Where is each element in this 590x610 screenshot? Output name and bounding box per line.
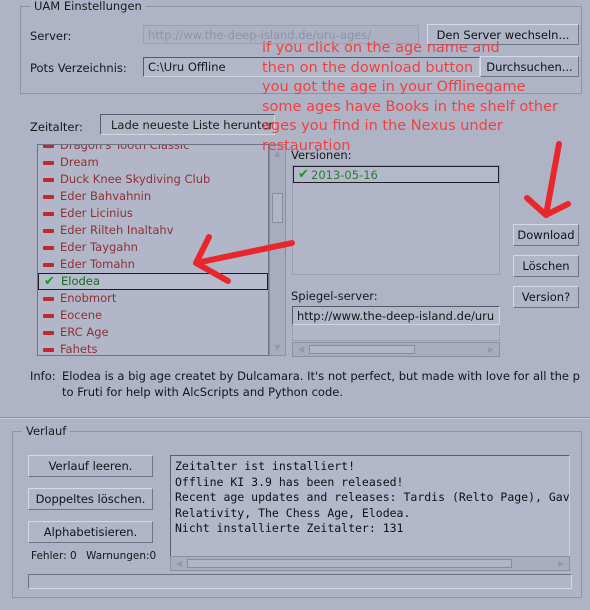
ages-label: Zeitalter: [30,120,83,134]
age-list-item[interactable]: Eder Taygahn [38,239,268,256]
annotation-line: you got the age in your Offlinegame [262,79,526,95]
not-installed-dash-icon [43,211,54,216]
age-list-item-label: Duck Knee Skydiving Club [60,172,211,186]
age-list-item-label: Enobmort [60,291,117,305]
scroll-left-icon[interactable]: ◀ [294,344,308,355]
not-installed-dash-icon [43,313,54,318]
log-line: Offline KI 3.9 has been released! [175,474,404,489]
age-list-item-label: Eder Bahvahnin [60,189,152,203]
info-prefix: Info: [30,369,56,383]
annotation-line: restauration [262,137,351,154]
age-list-item[interactable]: Eder Rilteh Inaltahv [38,222,268,239]
age-list-item-label: Eder Tomahn [60,257,135,271]
annotation-line: then on the download button [262,59,474,76]
log-scroll-left-icon[interactable]: ◀ [172,558,186,569]
log-line: Recent age updates and releases: Tardis … [175,490,570,504]
mirror-scrollbar[interactable]: ◀ ▶ [292,342,500,357]
age-list[interactable]: Dragon's Tooth Classic Dream Duck Knee Sky… [37,144,269,356]
clear-history-button[interactable]: Verlauf leeren. [28,455,153,477]
log-scroll-right-icon[interactable]: ▶ [554,558,568,569]
age-list-item[interactable]: Dream [38,154,268,171]
versions-list[interactable]: ✔ 2013-05-16 [292,165,500,275]
not-installed-dash-icon [43,262,54,267]
not-installed-dash-icon [43,177,54,182]
not-installed-dash-icon [43,228,54,233]
age-list-item[interactable]: Fahets [38,341,268,356]
error-count-label: Fehler: 0 [31,550,77,562]
mirror-scroll-thumb[interactable] [309,345,415,354]
info-line-1: Elodea is a big age createt by Dulcamara… [62,369,580,383]
not-installed-dash-icon [43,145,54,148]
not-installed-dash-icon [43,296,54,301]
age-list-item[interactable]: Eocene [38,307,268,324]
age-list-item-label: Elodea [61,274,100,288]
age-list-item[interactable]: Eder Bahvahnin [38,188,268,205]
mirror-label: Spiegel-server: [291,289,378,303]
age-list-scrollbar[interactable]: ▲ ▼ [269,144,286,356]
refresh-list-button[interactable]: Lade neueste Liste herunter [100,114,275,135]
history-log-scrollbar[interactable]: ◀ ▶ [170,556,570,571]
history-log-scroll-thumb[interactable] [187,559,512,568]
warning-count-label: Warnungen:0 [86,550,157,562]
history-group-legend: Verlauf [22,424,71,438]
scroll-down-icon[interactable]: ▼ [271,340,284,354]
history-log[interactable]: Zeitalter ist installiert! Offline KI 3.9… [170,455,570,560]
age-list-item-label: ERC Age [60,325,109,339]
log-line: Zeitalter ist installiert! [175,459,356,473]
version-list-item-label: 2013-05-16 [311,167,378,182]
delete-button[interactable]: Löschen [513,255,579,277]
age-list-item[interactable]: Eder Licinius [38,205,268,222]
not-installed-dash-icon [43,194,54,199]
age-list-item-label: Eder Rilteh Inaltahv [60,223,174,237]
download-button[interactable]: Download [513,224,579,246]
not-installed-dash-icon [43,330,54,335]
not-installed-dash-icon [43,160,54,165]
info-line-2: to Fruti for help with AlcScripts and Py… [62,385,343,399]
age-list-scroll-thumb[interactable] [272,193,283,223]
mirror-field-extra [292,325,500,341]
age-list-item[interactable]: Eder Tomahn [38,256,268,273]
settings-group-legend: UAM Einstellungen [30,0,146,13]
annotation-line: ages you find in the Nexus under [262,118,503,134]
info-divider-highlight [0,418,590,419]
age-list-item[interactable]: Enobmort [38,290,268,307]
progress-bar [28,574,572,589]
age-list-item-label: Dragon's Tooth Classic [60,144,190,152]
annotation-line: some ages have Books in the shelf other [262,98,558,115]
not-installed-dash-icon [43,245,54,250]
remove-duplicates-button[interactable]: Doppeltes löschen. [28,488,153,510]
log-line: Relativity, The Chess Age, Elodea. [175,505,411,520]
age-list-item-label: Eder Taygahn [60,240,138,254]
annotation-text: if you click on the age name and then on … [262,39,558,156]
age-list-item[interactable]: Duck Knee Skydiving Club [38,171,268,188]
log-line: Nicht installierte Zeitalter: 131 [175,521,404,535]
age-list-item-label: Eder Licinius [60,206,133,220]
age-list-item-label: Dream [60,155,99,169]
age-list-item[interactable]: ✔ Elodea [38,273,268,290]
age-list-item-label: Eocene [60,308,103,322]
alphabetize-button[interactable]: Alphabetisieren. [28,521,153,543]
age-list-item[interactable]: ERC Age [38,324,268,341]
version-button[interactable]: Version? [513,286,579,308]
annotation-line: if you click on the age name and [262,40,500,56]
version-list-item[interactable]: ✔ 2013-05-16 [293,166,499,183]
pots-path-label: Pots Verzeichnis: [30,61,127,75]
installed-check-icon: ✔ [44,273,55,289]
mirror-input[interactable]: http://www.the-deep-island.de/uru [292,306,500,325]
not-installed-dash-icon [43,347,54,352]
installed-check-icon: ✔ [298,166,309,182]
scroll-right-icon[interactable]: ▶ [484,344,498,355]
server-label: Server: [30,29,72,43]
age-list-item[interactable]: Dragon's Tooth Classic [38,144,268,154]
age-list-item-label: Fahets [60,342,98,356]
uam-window: UAM Einstellungen Server: http://ww.the-… [0,0,590,610]
